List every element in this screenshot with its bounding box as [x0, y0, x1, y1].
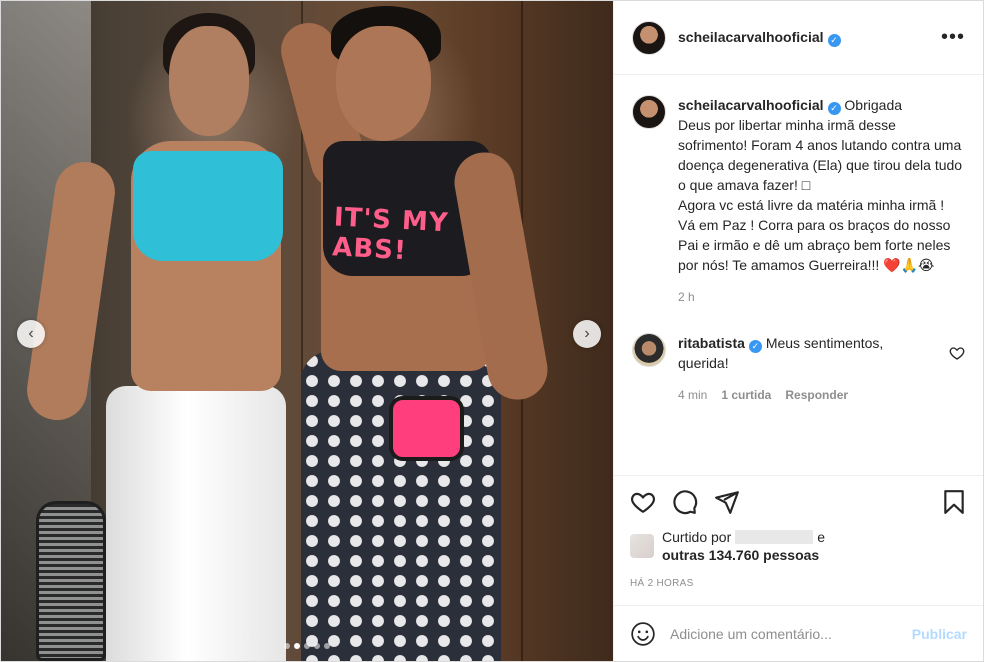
- comment-item: ritabatista ✓ Meus sentimentos, querida! …: [632, 333, 965, 405]
- caption-username[interactable]: scheilacarvalhooficial: [678, 97, 824, 113]
- bookmark-icon[interactable]: [941, 489, 967, 515]
- comment-age[interactable]: 4 min: [678, 385, 707, 405]
- carousel-dot: [304, 643, 310, 649]
- emoji-icon[interactable]: [630, 621, 656, 647]
- photo-shirt-text: IT'S MY ABS!: [331, 202, 450, 267]
- comment-heart-icon[interactable]: [949, 345, 965, 361]
- photo-fan: [36, 501, 106, 661]
- verified-badge-icon: ✓: [827, 102, 841, 115]
- carousel-dot: [314, 643, 320, 649]
- liked-prefix: Curtido por: [662, 529, 732, 545]
- blurred-username: [735, 530, 814, 544]
- comment-input[interactable]: [670, 625, 898, 642]
- caption-age[interactable]: 2 h: [678, 287, 695, 307]
- post-actions: Curtido por e outras 134.760 pessoas HÁ 2…: [614, 475, 983, 589]
- avatar[interactable]: [632, 20, 666, 55]
- post-side-panel: scheilacarvalhooficial ✓ ••• scheilacarva…: [613, 1, 983, 661]
- verified-badge-icon: ✓: [827, 33, 841, 47]
- caption: scheilacarvalhooficial ✓ Obrigada Deus po…: [632, 95, 965, 307]
- verified-badge-icon: ✓: [748, 340, 762, 353]
- carousel-dot: [324, 643, 330, 649]
- add-comment-bar: Publicar: [614, 605, 983, 661]
- share-icon[interactable]: [714, 489, 740, 515]
- carousel-next-button[interactable]: ›: [573, 320, 601, 348]
- liked-count-link[interactable]: outras 134.760 pessoas: [662, 547, 819, 563]
- carousel-prev-button[interactable]: ‹: [17, 320, 45, 348]
- liked-suffix: e: [817, 529, 826, 545]
- comment-likes[interactable]: 1 curtida: [721, 385, 771, 405]
- instagram-post: IT'S MY ABS! ‹ › scheilacarvalhooficial ✓…: [0, 0, 984, 662]
- publish-button[interactable]: Publicar: [912, 626, 967, 642]
- carousel-dot: [284, 643, 290, 649]
- carousel-dots: [1, 643, 613, 649]
- post-photo[interactable]: IT'S MY ABS! ‹ ›: [1, 1, 613, 661]
- chevron-right-icon: ›: [584, 325, 590, 342]
- more-options-icon[interactable]: •••: [941, 26, 965, 49]
- comment-avatar[interactable]: [632, 333, 666, 367]
- post-timestamp[interactable]: HÁ 2 HORAS: [630, 578, 967, 589]
- comment-username[interactable]: ritabatista: [678, 335, 745, 351]
- caption-avatar[interactable]: [632, 95, 666, 129]
- heart-icon[interactable]: [630, 489, 656, 515]
- chevron-left-icon: ‹: [28, 325, 34, 342]
- reply-button[interactable]: Responder: [785, 385, 848, 405]
- liked-avatar[interactable]: [630, 534, 654, 558]
- comment-icon[interactable]: [672, 489, 698, 515]
- liked-by: Curtido por e outras 134.760 pessoas: [630, 528, 967, 564]
- header-username[interactable]: scheilacarvalhooficial: [678, 29, 824, 45]
- comments-section: scheilacarvalhooficial ✓ Obrigada Deus po…: [614, 75, 983, 475]
- post-header: scheilacarvalhooficial ✓ •••: [614, 1, 983, 75]
- caption-text: Obrigada Deus por libertar minha irmã de…: [678, 97, 963, 273]
- carousel-dot: [294, 643, 300, 649]
